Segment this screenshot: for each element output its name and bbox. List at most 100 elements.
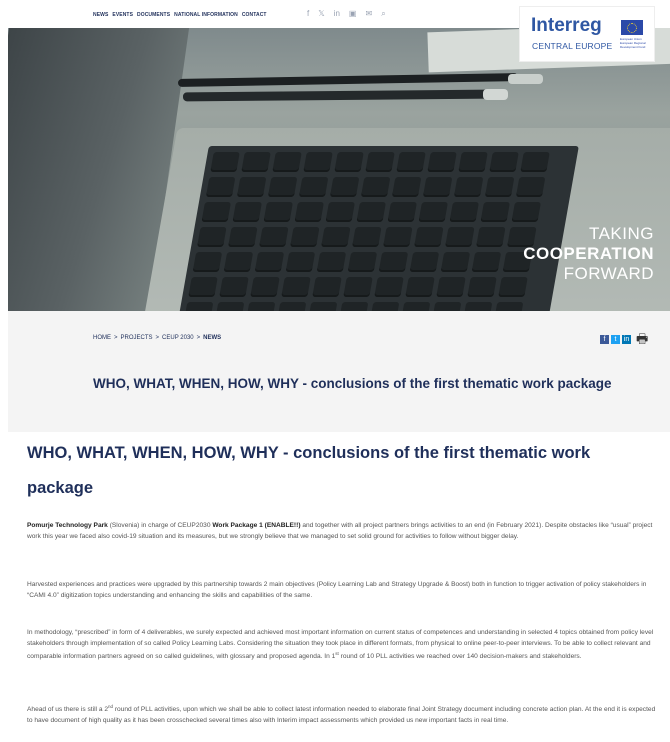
key — [205, 177, 236, 197]
key — [188, 277, 218, 297]
breadcrumb-separator: > — [114, 335, 118, 341]
search-icon[interactable]: ⌕ — [381, 9, 385, 19]
key — [400, 302, 431, 311]
linkedin-icon[interactable]: in — [334, 9, 340, 19]
key — [236, 177, 267, 197]
organization-name: Pomurje Technology Park — [27, 522, 108, 529]
breadcrumb: HOME > PROJECTS > CEUP 2030 > NEWS — [93, 335, 221, 341]
share-facebook-icon[interactable]: f — [600, 334, 609, 344]
share-toolbar: f t in 🖶 — [600, 332, 648, 345]
hero-pen — [182, 89, 494, 102]
eu-stars-icon — [627, 23, 637, 33]
key — [250, 277, 280, 297]
share-twitter-icon[interactable]: t — [611, 334, 620, 344]
key — [254, 252, 285, 272]
key — [303, 152, 333, 172]
key — [360, 177, 391, 197]
key — [352, 227, 382, 247]
key — [476, 227, 506, 247]
eu-flag-icon — [621, 20, 643, 35]
key — [325, 202, 355, 222]
key — [493, 302, 524, 311]
breadcrumb-home[interactable]: HOME — [93, 335, 111, 341]
paragraph-text: Ahead of us there is still a 2 — [27, 706, 109, 714]
key — [489, 152, 519, 172]
key — [214, 302, 245, 311]
key — [276, 302, 307, 311]
breadcrumb-projects[interactable]: PROJECTS — [121, 335, 153, 341]
key — [369, 302, 400, 311]
key — [453, 177, 484, 197]
key-row — [205, 177, 546, 197]
key — [210, 152, 240, 172]
newsletter-icon[interactable]: ✉ — [365, 9, 372, 19]
key — [422, 177, 453, 197]
nav-item-events[interactable]: EVENTS — [112, 12, 133, 18]
key-row — [210, 152, 550, 172]
social-links: f 𝕏 in ▣ ✉ ⌕ — [307, 9, 386, 19]
key-row — [197, 227, 537, 247]
key — [484, 177, 515, 197]
key — [414, 227, 444, 247]
logo-wordmark: Interreg — [531, 15, 602, 36]
key — [374, 277, 404, 297]
key — [458, 152, 488, 172]
print-icon[interactable]: 🖶 — [636, 332, 648, 345]
nav-item-contact[interactable]: CONTACT — [242, 12, 267, 18]
key — [383, 227, 413, 247]
key — [480, 202, 510, 222]
article-paragraph-1: Pomurje Technology Park (Slovenia) in ch… — [27, 521, 657, 542]
key — [338, 302, 369, 311]
eu-funding-text: European Union European Regional Develop… — [620, 37, 646, 49]
main-nav: NEWS EVENTS DOCUMENTS NATIONAL INFORMATI… — [93, 12, 267, 18]
nav-item-documents[interactable]: DOCUMENTS — [137, 12, 170, 18]
key — [241, 152, 271, 172]
key — [409, 252, 440, 272]
key — [232, 202, 262, 222]
key — [467, 277, 497, 297]
key — [298, 177, 329, 197]
hero-pen — [177, 73, 519, 87]
logo-subtitle: CENTRAL EUROPE — [532, 41, 613, 51]
key — [223, 252, 254, 272]
key — [316, 252, 347, 272]
twitter-icon[interactable]: 𝕏 — [318, 9, 324, 19]
nav-item-news[interactable]: NEWS — [93, 12, 108, 18]
key — [334, 152, 364, 172]
key — [307, 302, 338, 311]
youtube-icon[interactable]: ▣ — [349, 9, 357, 19]
key — [197, 227, 227, 247]
paragraph-text: round of 10 PLL activities we reached ov… — [338, 653, 582, 661]
key — [436, 277, 466, 297]
nav-item-national-information[interactable]: NATIONAL INFORMATION — [174, 12, 238, 18]
work-package-name: Work Package 1 (ENABLE!!) — [212, 522, 301, 529]
key — [290, 227, 320, 247]
hero-banner: TAKING COOPERATION FORWARD — [8, 28, 670, 311]
share-linkedin-icon[interactable]: in — [622, 334, 631, 344]
key — [356, 202, 386, 222]
key — [405, 277, 435, 297]
breadcrumb-project[interactable]: CEUP 2030 — [162, 335, 194, 341]
key — [445, 227, 475, 247]
key — [440, 252, 471, 272]
key — [449, 202, 479, 222]
key — [219, 277, 249, 297]
key — [511, 202, 541, 222]
key — [462, 302, 493, 311]
key — [201, 202, 231, 222]
key — [427, 152, 457, 172]
interreg-logo[interactable]: Interreg CENTRAL EUROPE European Union E… — [519, 6, 655, 62]
tagline-line-3: FORWARD — [563, 264, 654, 283]
key — [272, 152, 302, 172]
hero-pen-cap — [508, 74, 543, 84]
facebook-icon[interactable]: f — [307, 9, 309, 19]
key — [418, 202, 448, 222]
paragraph-text: (Slovenia) in charge of CEUP2030 — [107, 522, 213, 529]
key — [228, 227, 258, 247]
key — [192, 252, 223, 272]
key-row — [188, 277, 528, 297]
key — [378, 252, 409, 272]
breadcrumb-current: NEWS — [203, 335, 222, 341]
paragraph-text: round of PLL activities, upon which we s… — [27, 706, 656, 724]
key — [245, 302, 276, 311]
